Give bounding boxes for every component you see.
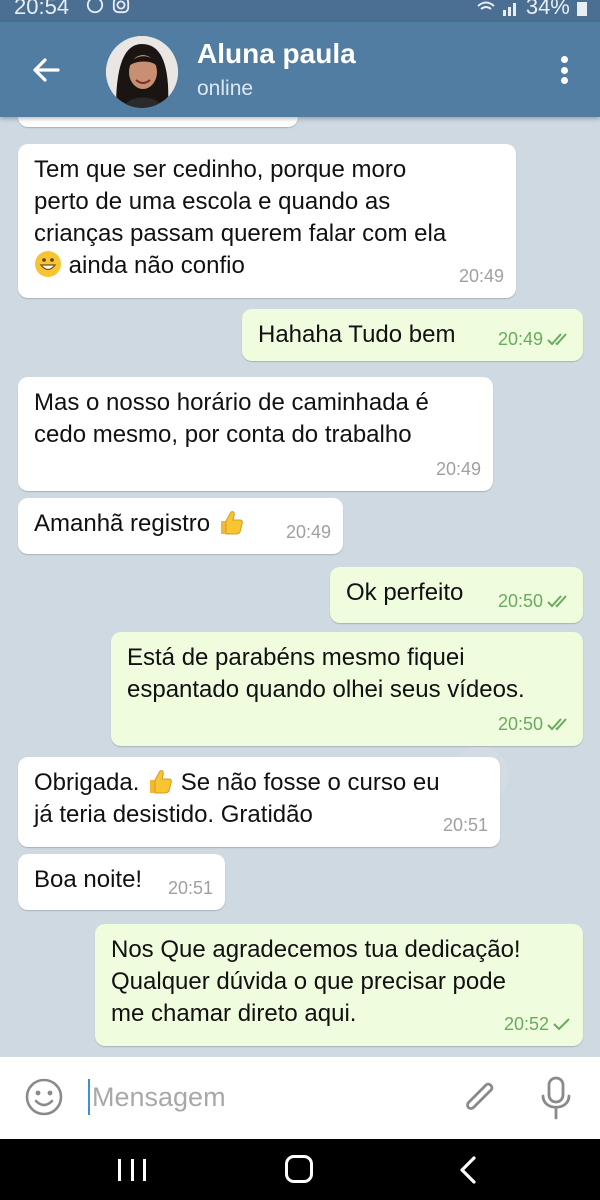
message-meta: 20:50 [498, 708, 571, 740]
signal-icon [502, 3, 516, 17]
mic-button[interactable] [538, 1075, 574, 1121]
message-time: 20:50 [497, 714, 543, 734]
more-options-button[interactable] [556, 52, 572, 88]
emoji-button[interactable] [24, 1077, 64, 1117]
message-text: Ok perfeito [346, 579, 464, 606]
attach-button[interactable] [460, 1077, 500, 1121]
message-bubble[interactable]: Mas o nosso horário de caminhada é cedo … [18, 377, 493, 491]
message-meta: 20:50 [498, 585, 571, 617]
back-button[interactable] [26, 52, 66, 88]
avatar[interactable] [106, 36, 178, 108]
message-text-tail: ainda não confio [62, 252, 245, 279]
text-cursor [88, 1079, 90, 1115]
single-check-icon [553, 1018, 570, 1031]
more-vert-icon [560, 56, 568, 63]
chat-header: Aluna paula online [0, 22, 600, 117]
message-bubble[interactable]: Hahaha Tudo bem 20:49 [242, 309, 583, 361]
message-bubble[interactable]: Obrigada. Se não fosse o curso eu já ter… [18, 757, 500, 847]
message-input-bar [0, 1057, 600, 1139]
thumbs-up-emoji-icon [150, 770, 172, 794]
message-meta: 20:51 [443, 809, 488, 841]
message-text: Mas o nosso horário de caminhada é cedo … [34, 389, 429, 448]
message-meta: 20:49 [498, 323, 571, 355]
message-meta: 20:52 [504, 1008, 571, 1040]
back-icon[interactable] [456, 1155, 480, 1185]
message-meta: 20:49 [436, 453, 481, 485]
message-text: Está de parabéns mesmo fiquei espantado … [127, 644, 525, 703]
message-bubble[interactable]: Nos Que agradecemos tua dedicação! Qualq… [95, 924, 583, 1046]
message-time: 20:49 [285, 522, 331, 542]
message-bubble[interactable]: Boa noite! 20:51 [18, 854, 225, 910]
notification-icons [86, 0, 130, 14]
thumbs-up-emoji-icon [220, 511, 243, 535]
battery-icon [577, 2, 587, 17]
whatsapp-icon [86, 0, 104, 14]
message-text: Amanhã registro [34, 510, 217, 537]
double-check-icon [547, 718, 567, 731]
message-text: Tem que ser cedinho, porque moro perto d… [34, 156, 447, 247]
message-meta: 20:51 [168, 872, 213, 904]
message-time: 20:49 [497, 329, 543, 349]
recents-icon[interactable] [118, 1159, 146, 1181]
message-time: 20:50 [497, 591, 543, 611]
message-time: 20:49 [458, 266, 504, 286]
message-text: Obrigada. [34, 769, 147, 796]
instagram-icon [113, 0, 130, 14]
message-text: Boa noite! [34, 866, 143, 893]
contact-status: online [197, 77, 254, 100]
contact-name[interactable]: Aluna paula [197, 38, 356, 70]
grin-emoji-icon [35, 251, 61, 277]
message-meta: 20:49 [459, 260, 504, 292]
message-meta: 20:48 [241, 117, 286, 121]
mic-icon [541, 1076, 571, 1120]
status-time: 20:54 [14, 0, 70, 19]
system-nav-bar [0, 1139, 600, 1200]
status-right: 34% [476, 0, 588, 20]
message-bubble-partial[interactable]: 20:48 [18, 117, 298, 127]
home-icon[interactable] [285, 1155, 313, 1183]
message-text: Hahaha Tudo bem [258, 321, 456, 348]
back-arrow-icon [33, 58, 60, 82]
message-text: Nos Que agradecemos tua dedicação! Qualq… [111, 936, 521, 1027]
double-check-icon [547, 595, 567, 608]
emoji-icon [25, 1078, 63, 1116]
message-bubble[interactable]: Ok perfeito 20:50 [330, 567, 583, 623]
message-input[interactable] [92, 1077, 432, 1117]
status-bar: 20:54 34% [0, 0, 600, 22]
message-bubble[interactable]: Tem que ser cedinho, porque moro perto d… [18, 144, 516, 298]
attach-icon [466, 1082, 494, 1110]
message-time: 20:52 [503, 1014, 549, 1034]
message-time: 20:51 [442, 815, 488, 835]
message-time: 20:51 [167, 878, 213, 898]
message-bubble[interactable]: Amanhã registro 20:49 [18, 498, 343, 554]
message-time: 20:49 [435, 459, 481, 479]
message-meta: 20:49 [286, 516, 331, 548]
message-bubble[interactable]: Está de parabéns mesmo fiquei espantado … [111, 632, 583, 746]
battery-percent: 34% [525, 0, 570, 19]
avatar-photo [106, 36, 178, 108]
wifi-icon [476, 1, 495, 10]
double-check-icon [547, 333, 567, 346]
chat-area[interactable]: 20:48 Tem que ser cedinho, porque moro p… [0, 117, 600, 1057]
